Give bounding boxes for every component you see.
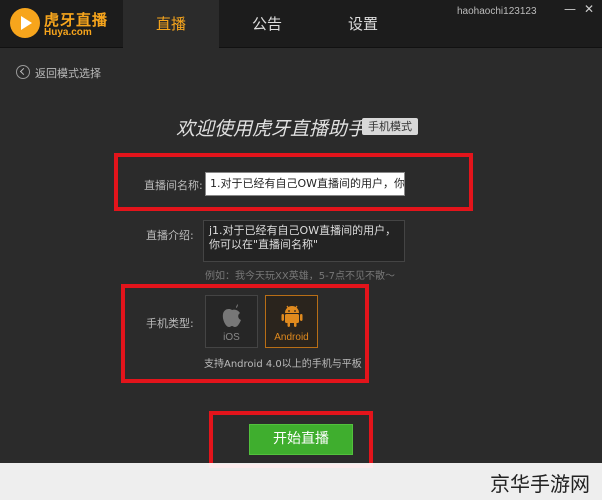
back-label: 返回模式选择 <box>35 67 101 80</box>
highlight-phone-type <box>121 284 369 383</box>
intro-label: 直播介绍: <box>146 229 194 242</box>
logo-text-en: Huya.com <box>44 27 92 38</box>
tab-settings[interactable]: 设置 <box>315 0 411 48</box>
huya-logo: 虎牙直播 Huya.com <box>10 8 110 40</box>
huya-logo-icon <box>10 8 40 38</box>
watermark-bar: 京华手游网 <box>0 463 602 500</box>
back-circle-icon <box>16 65 30 79</box>
mode-badge: 手机模式 <box>362 118 418 135</box>
username[interactable]: haohaochi123123 <box>457 6 537 17</box>
tab-notice[interactable]: 公告 <box>219 0 315 48</box>
intro-hint: 例如：我今天玩XX英雄，5-7点不见不散～ <box>205 271 396 282</box>
close-button[interactable]: ✕ <box>582 2 596 16</box>
minimize-button[interactable]: — <box>563 2 577 16</box>
highlight-room-name <box>114 153 473 211</box>
top-bar: 虎牙直播 Huya.com 直播 公告 设置 haohaochi123123 —… <box>0 0 602 48</box>
tab-live[interactable]: 直播 <box>123 0 219 48</box>
watermark-text: 京华手游网 <box>490 472 590 496</box>
highlight-start-button <box>209 411 373 468</box>
page-title: 欢迎使用虎牙直播助手 <box>176 118 367 140</box>
intro-textarea[interactable]: j1.对于已经有自己OW直播间的用户，你可以在"直播间名称" <box>203 220 405 262</box>
